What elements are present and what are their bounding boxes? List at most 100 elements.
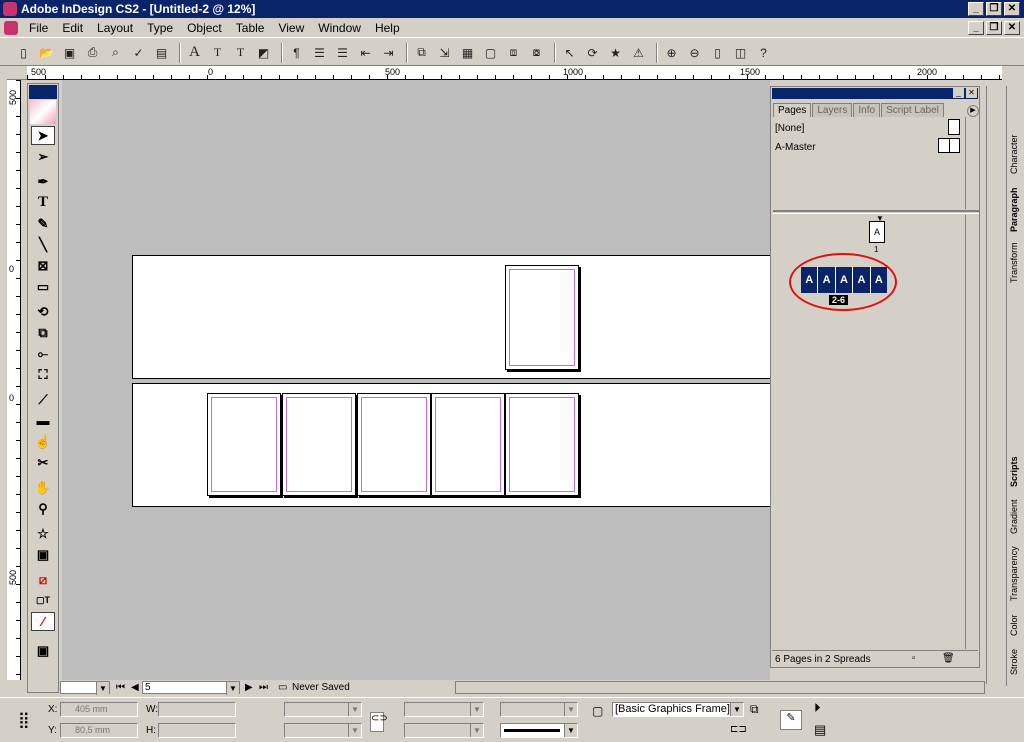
- page-1[interactable]: [505, 265, 579, 370]
- direct-select-icon[interactable]: ↖: [560, 43, 579, 62]
- quick-apply-icon[interactable]: ✎: [780, 710, 802, 730]
- page-6[interactable]: [505, 393, 579, 496]
- spread-1[interactable]: [132, 255, 772, 379]
- line-tool-icon[interactable]: ╲: [31, 235, 55, 254]
- tab-stroke[interactable]: Stroke: [1009, 644, 1023, 680]
- menu-edit[interactable]: Edit: [55, 19, 90, 37]
- ungroup-icon[interactable]: ⧇: [527, 43, 546, 62]
- save-icon[interactable]: ▣: [60, 43, 79, 62]
- tab-script-label[interactable]: Script Label: [881, 103, 944, 117]
- rectangle-frame-tool-icon[interactable]: ⊠: [31, 256, 55, 275]
- type-tool-icon[interactable]: T: [31, 193, 55, 212]
- hand-tool-icon[interactable]: ✋: [31, 478, 55, 497]
- table-icon[interactable]: ▦: [458, 43, 477, 62]
- pdf-icon[interactable]: ⚠: [629, 43, 648, 62]
- page-3[interactable]: [282, 393, 356, 496]
- pages-scrollbar[interactable]: [965, 215, 979, 649]
- master-a[interactable]: A-Master: [775, 142, 816, 153]
- doc-close-button[interactable]: ✕: [1004, 20, 1020, 35]
- bullets-icon[interactable]: ☰: [310, 43, 329, 62]
- scale-y-field[interactable]: ▼: [284, 723, 362, 738]
- text-wrap-icon[interactable]: ▤: [152, 43, 171, 62]
- selection-tool-icon[interactable]: ➤: [31, 126, 55, 145]
- panel-menu-icon[interactable]: ▶: [967, 105, 979, 117]
- page-1-thumb[interactable]: A: [869, 221, 885, 243]
- gradient-tool-icon[interactable]: ▬: [31, 411, 55, 430]
- delete-page-icon[interactable]: 🗑: [942, 653, 955, 664]
- tab-info[interactable]: Info: [853, 103, 881, 117]
- prev-page-icon[interactable]: ◀: [131, 682, 139, 693]
- menu-layout[interactable]: Layout: [90, 19, 140, 37]
- numbering-icon[interactable]: ☰: [333, 43, 352, 62]
- next-page-icon[interactable]: ▶: [245, 682, 253, 693]
- master-none[interactable]: [None]: [775, 123, 804, 134]
- character-icon[interactable]: A: [185, 43, 204, 62]
- page-2[interactable]: [207, 393, 281, 496]
- stroke-weight-field[interactable]: ▼: [500, 702, 578, 717]
- star-icon[interactable]: ★: [606, 43, 625, 62]
- x-field[interactable]: 405 mm: [60, 702, 138, 717]
- masters-scrollbar[interactable]: [965, 117, 979, 209]
- new-document-icon[interactable]: ▯: [14, 43, 33, 62]
- minimize-button[interactable]: _: [968, 2, 984, 16]
- w-field[interactable]: [158, 702, 236, 717]
- tab-character[interactable]: Character: [1009, 126, 1023, 182]
- frame-tool-icon[interactable]: ▣: [31, 545, 55, 564]
- wrap-icon[interactable]: ⊏⊐: [730, 724, 747, 735]
- rotate-icon[interactable]: ⟳: [583, 43, 602, 62]
- tab-color[interactable]: Color: [1009, 610, 1023, 640]
- subscript-icon[interactable]: T: [231, 43, 250, 62]
- zoom-tool-icon[interactable]: ⚲: [31, 499, 55, 518]
- y-field[interactable]: 80,5 mm: [60, 723, 138, 738]
- pen-tool-icon[interactable]: ✒: [31, 172, 55, 191]
- stroke-type-dropdown[interactable]: ▼: [500, 723, 578, 738]
- outdent-icon[interactable]: ⇤: [356, 43, 375, 62]
- pencil-tool-icon[interactable]: ✎: [31, 214, 55, 233]
- doc-restore-button[interactable]: ❐: [986, 20, 1002, 35]
- spread-icon[interactable]: ◫: [731, 43, 750, 62]
- rotation-field[interactable]: ▼: [404, 702, 484, 717]
- free-transform-tool-icon[interactable]: ⛶: [31, 365, 55, 384]
- h-field[interactable]: [158, 723, 236, 738]
- open-icon[interactable]: 📂: [37, 43, 56, 62]
- panel-close-button[interactable]: ✕: [966, 88, 977, 98]
- button-tool-icon[interactable]: ☝: [31, 432, 55, 451]
- page-icon[interactable]: ▯: [708, 43, 727, 62]
- page-4[interactable]: [357, 393, 431, 496]
- shear-tool-icon[interactable]: ⟜: [31, 344, 55, 363]
- export-icon[interactable]: ⇲: [435, 43, 454, 62]
- reference-point-icon[interactable]: ⣿: [18, 710, 30, 730]
- scale-tool-icon[interactable]: ⧉: [31, 323, 55, 342]
- shear-field[interactable]: ▼: [404, 723, 484, 738]
- tab-transform[interactable]: Transform: [1009, 238, 1023, 288]
- menu-help[interactable]: Help: [368, 19, 407, 37]
- clear-overrides-icon[interactable]: ⧉: [750, 702, 759, 717]
- horizontal-ruler[interactable]: 500 0 500 1000 1500 2000: [27, 66, 1002, 80]
- group-icon[interactable]: ⧈: [504, 43, 523, 62]
- tab-scripts[interactable]: Scripts: [1009, 454, 1023, 490]
- outline-icon[interactable]: ◩: [254, 43, 273, 62]
- container-text-icon[interactable]: ▢T: [31, 591, 55, 610]
- maximize-button[interactable]: ❐: [986, 2, 1002, 16]
- constrain-icon[interactable]: ⊂⊃: [370, 712, 388, 732]
- zoom-field[interactable]: ▼: [60, 681, 110, 695]
- find-icon[interactable]: ⌕: [106, 43, 125, 62]
- direct-selection-tool-icon[interactable]: ➢: [31, 147, 55, 166]
- tab-transparency[interactable]: Transparency: [1009, 542, 1023, 606]
- star-tool-icon[interactable]: ☆: [31, 524, 55, 543]
- tab-gradient[interactable]: Gradient: [1009, 494, 1023, 540]
- scissors-tool-icon[interactable]: ✂: [31, 453, 55, 472]
- tab-paragraph[interactable]: Paragraph: [1009, 184, 1023, 236]
- doc-minimize-button[interactable]: _: [968, 20, 984, 35]
- rectangle-tool-icon[interactable]: ▭: [31, 277, 55, 296]
- menu-view[interactable]: View: [271, 19, 311, 37]
- object-style-dropdown[interactable]: [Basic Graphics Frame]+ ▼: [612, 702, 744, 717]
- help-icon[interactable]: ?: [754, 43, 773, 62]
- zoom-in-icon[interactable]: ⊕: [662, 43, 681, 62]
- rotate-tool-icon[interactable]: ⟲: [31, 302, 55, 321]
- master-a-thumb[interactable]: [938, 138, 960, 153]
- vertical-ruler[interactable]: 500 0 0 500: [7, 80, 21, 680]
- first-page-icon[interactable]: ⏮: [116, 682, 125, 693]
- scale-x-field[interactable]: ▼: [284, 702, 362, 717]
- menu-object[interactable]: Object: [180, 19, 229, 37]
